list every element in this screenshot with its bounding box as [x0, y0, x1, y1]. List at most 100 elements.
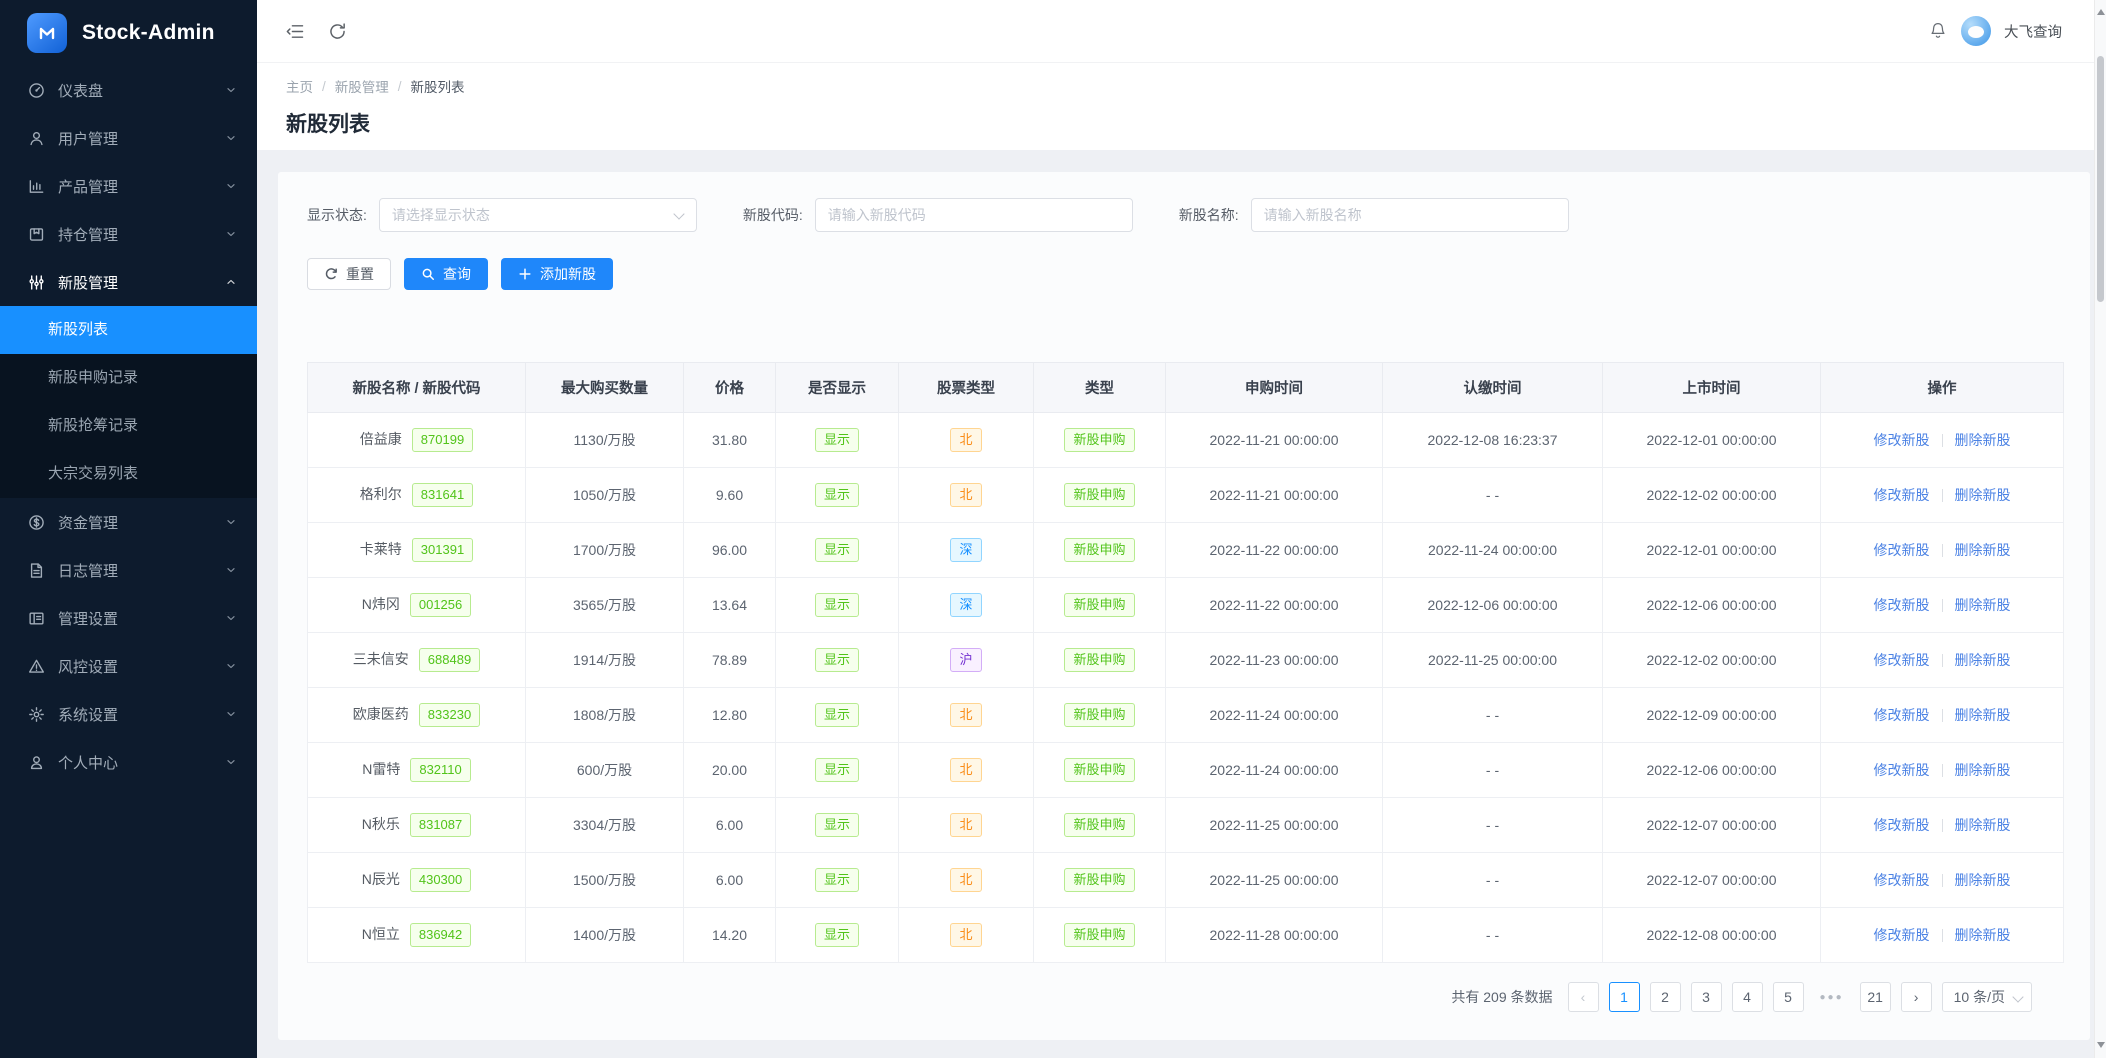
col-header-apply-time: 申购时间 [1166, 363, 1383, 413]
delete-stock-link[interactable]: 删除新股 [1955, 927, 2011, 943]
max-quantity-cell: 1808/万股 [526, 688, 684, 743]
delete-stock-link[interactable]: 删除新股 [1955, 872, 2011, 888]
max-quantity-cell: 1130/万股 [526, 413, 684, 468]
stock-name: N恒立 [362, 926, 400, 942]
col-header-pay-time: 认缴时间 [1383, 363, 1603, 413]
market-badge: 深 [950, 593, 981, 618]
sidebar-item-dashboard[interactable]: 仪表盘 [0, 66, 257, 114]
action-divider [1942, 654, 1943, 667]
page-number-button[interactable]: 21 [1860, 982, 1891, 1012]
submenu-item-block-trade-list[interactable]: 大宗交易列表 [0, 450, 257, 498]
edit-stock-link[interactable]: 修改新股 [1874, 872, 1930, 888]
pay-time-cell: - - [1383, 908, 1603, 963]
delete-stock-link[interactable]: 删除新股 [1955, 487, 2011, 503]
scroll-down-arrow-icon[interactable] [2097, 1042, 2105, 1052]
delete-stock-link[interactable]: 删除新股 [1955, 432, 2011, 448]
list-time-cell: 2022-12-02 00:00:00 [1603, 633, 1821, 688]
page-header: 主页 / 新股管理 / 新股列表 新股列表 [257, 62, 2094, 150]
stock-name: N雷特 [362, 761, 400, 777]
sidebar-item-logs[interactable]: 日志管理 [0, 546, 257, 594]
pay-time-cell: 2022-11-24 00:00:00 [1383, 523, 1603, 578]
page-number-button[interactable]: 2 [1650, 982, 1681, 1012]
page-number-button[interactable]: 1 [1609, 982, 1640, 1012]
submenu-item-subscribe-records[interactable]: 新股申购记录 [0, 354, 257, 402]
avatar[interactable] [1961, 16, 1991, 46]
sidebar-item-new-stock[interactable]: 新股管理 [0, 258, 257, 306]
edit-stock-link[interactable]: 修改新股 [1874, 597, 1930, 613]
edit-stock-link[interactable]: 修改新股 [1874, 487, 1930, 503]
search-button[interactable]: 查询 [404, 258, 488, 290]
type-badge: 新股申购 [1064, 703, 1134, 728]
type-badge: 新股申购 [1064, 868, 1134, 893]
vertical-scrollbar[interactable] [2094, 0, 2106, 1058]
status-select[interactable] [379, 198, 697, 232]
page-size-select[interactable]: 10 条/页 [1942, 982, 2032, 1012]
delete-stock-link[interactable]: 删除新股 [1955, 542, 2011, 558]
edit-stock-link[interactable]: 修改新股 [1874, 542, 1930, 558]
page-number-button[interactable]: 5 [1773, 982, 1804, 1012]
edit-stock-link[interactable]: 修改新股 [1874, 817, 1930, 833]
stock-code-badge: 831641 [412, 483, 473, 508]
breadcrumb-new-stock-mgmt[interactable]: 新股管理 [335, 76, 389, 96]
app-logo[interactable]: Stock-Admin [0, 0, 257, 66]
bell-icon[interactable] [1928, 21, 1948, 41]
col-header-name-code: 新股名称 / 新股代码 [308, 363, 526, 413]
stock-code-input[interactable] [815, 198, 1133, 232]
delete-stock-link[interactable]: 删除新股 [1955, 762, 2011, 778]
sidebar-item-products[interactable]: 产品管理 [0, 162, 257, 210]
status-filter-label: 显示状态: [307, 205, 367, 225]
reset-button[interactable]: 重置 [307, 258, 391, 290]
market-badge: 北 [950, 758, 981, 783]
stock-name-input[interactable] [1251, 198, 1569, 232]
col-header-operations: 操作 [1821, 363, 2064, 413]
next-page-button[interactable]: › [1901, 982, 1932, 1012]
action-divider [1942, 709, 1943, 722]
sidebar-item-risk-settings[interactable]: 风控设置 [0, 642, 257, 690]
page-number-button[interactable]: 4 [1732, 982, 1763, 1012]
max-quantity-cell: 1400/万股 [526, 908, 684, 963]
pay-time-cell: - - [1383, 688, 1603, 743]
menu-fold-icon[interactable] [285, 21, 306, 42]
page-number-button[interactable]: 3 [1691, 982, 1722, 1012]
delete-stock-link[interactable]: 删除新股 [1955, 652, 2011, 668]
sidebar-item-system-settings[interactable]: 系统设置 [0, 690, 257, 738]
table-row: 欧康医药833230 1808/万股 12.80 显示 北 新股申购 2022-… [308, 688, 2064, 743]
apply-time-cell: 2022-11-28 00:00:00 [1166, 908, 1383, 963]
sidebar-item-profile[interactable]: 个人中心 [0, 738, 257, 786]
edit-stock-link[interactable]: 修改新股 [1874, 432, 1930, 448]
prev-page-button[interactable]: ‹ [1568, 982, 1599, 1012]
edit-stock-link[interactable]: 修改新股 [1874, 927, 1930, 943]
plus-icon [518, 267, 532, 281]
scroll-up-arrow-icon[interactable] [2097, 5, 2105, 15]
filter-bar: 显示状态: 新股代码: 新股名称: [307, 198, 1569, 232]
edit-stock-link[interactable]: 修改新股 [1874, 707, 1930, 723]
submenu-item-grab-records[interactable]: 新股抢筹记录 [0, 402, 257, 450]
sliders-icon [28, 274, 45, 291]
table-row: 三未信安688489 1914/万股 78.89 显示 沪 新股申购 2022-… [308, 633, 2064, 688]
scrollbar-thumb[interactable] [2097, 56, 2104, 302]
add-stock-button[interactable]: 添加新股 [501, 258, 613, 290]
delete-stock-link[interactable]: 删除新股 [1955, 817, 2011, 833]
stock-code-badge: 870199 [412, 428, 473, 453]
breadcrumb-home[interactable]: 主页 [286, 76, 313, 96]
content-card: 显示状态: 新股代码: 新股名称: 重置 查询 添加新股 [278, 172, 2090, 1040]
reload-icon[interactable] [327, 21, 348, 42]
sidebar-item-positions[interactable]: 持仓管理 [0, 210, 257, 258]
delete-stock-link[interactable]: 删除新股 [1955, 707, 2011, 723]
delete-stock-link[interactable]: 删除新股 [1955, 597, 2011, 613]
stock-name: N辰光 [362, 871, 400, 887]
table-row: 倍益康870199 1130/万股 31.80 显示 北 新股申购 2022-1… [308, 413, 2064, 468]
sidebar-item-users[interactable]: 用户管理 [0, 114, 257, 162]
sidebar-item-funds[interactable]: 资金管理 [0, 498, 257, 546]
action-divider [1942, 819, 1943, 832]
col-header-max-qty: 最大购买数量 [526, 363, 684, 413]
price-cell: 96.00 [684, 523, 776, 578]
edit-stock-link[interactable]: 修改新股 [1874, 762, 1930, 778]
apply-time-cell: 2022-11-24 00:00:00 [1166, 743, 1383, 798]
stock-code-badge: 836942 [410, 923, 471, 948]
user-name[interactable]: 大飞查询 [2004, 21, 2062, 42]
submenu-item-new-stock-list[interactable]: 新股列表 [0, 306, 257, 354]
sidebar-item-admin-settings[interactable]: 管理设置 [0, 594, 257, 642]
page-number-button[interactable]: ●●● [1814, 982, 1850, 1012]
edit-stock-link[interactable]: 修改新股 [1874, 652, 1930, 668]
